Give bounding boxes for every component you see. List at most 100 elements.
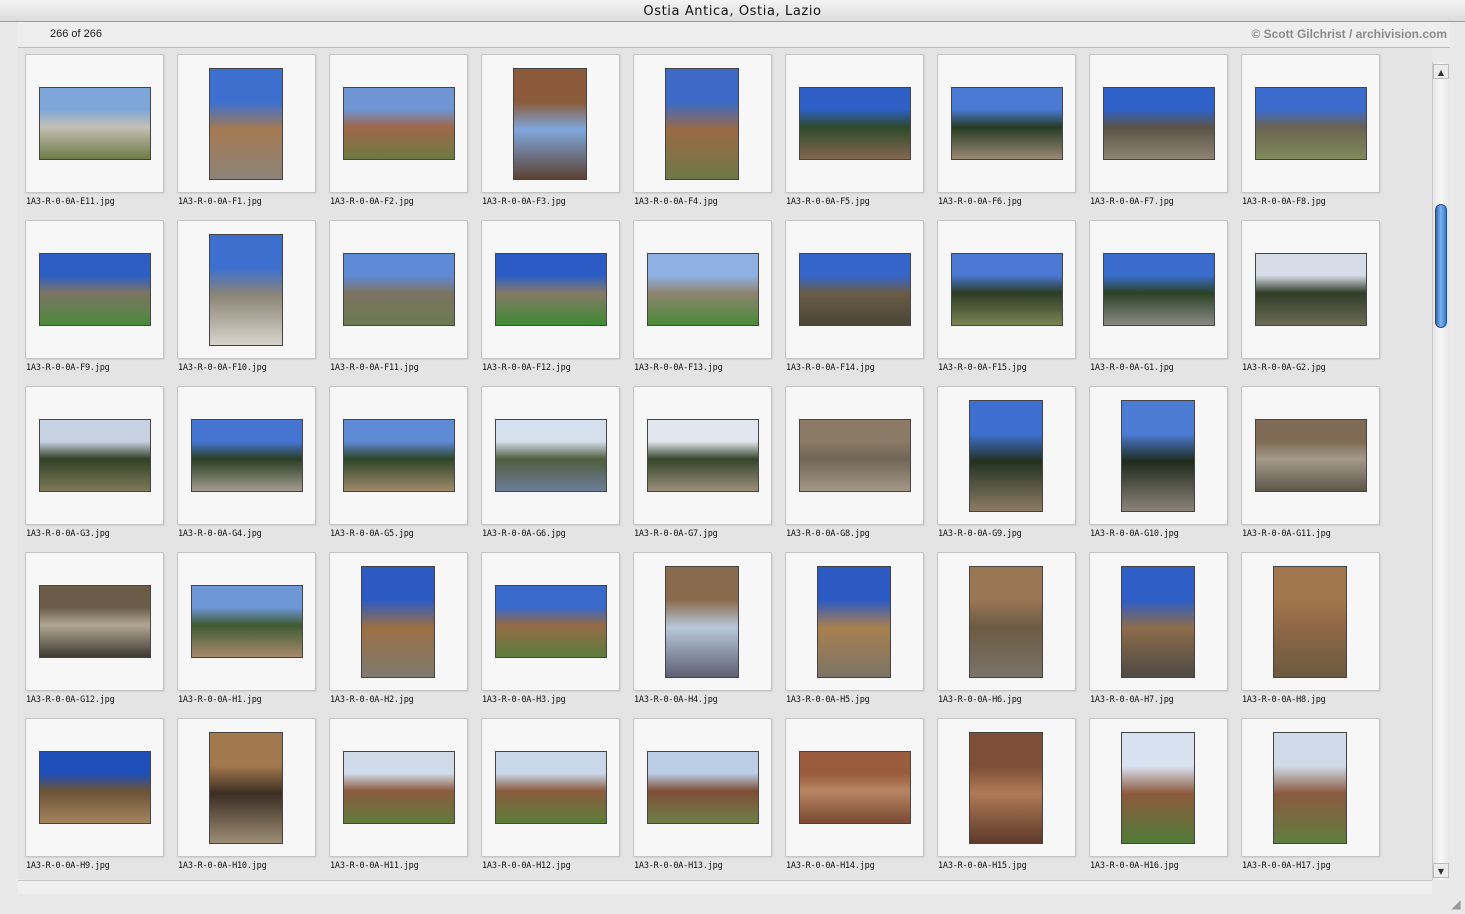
photo-thumbnail[interactable] xyxy=(39,419,151,492)
thumbnail-cell[interactable]: 1A3-R-0-0A-E11.jpg xyxy=(24,54,176,220)
photo-thumbnail[interactable] xyxy=(969,566,1043,678)
slide-mount[interactable] xyxy=(937,552,1076,691)
thumbnail-cell[interactable]: 1A3-R-0-0A-G5.jpg xyxy=(328,386,480,552)
slide-mount[interactable] xyxy=(481,54,620,193)
photo-thumbnail[interactable] xyxy=(1273,566,1347,678)
photo-thumbnail[interactable] xyxy=(343,751,455,824)
thumbnail-cell[interactable]: 1A3-R-0-0A-F3.jpg xyxy=(480,54,632,220)
photo-thumbnail[interactable] xyxy=(799,87,911,160)
thumbnail-cell[interactable]: 1A3-R-0-0A-H4.jpg xyxy=(632,552,784,718)
thumbnail-cell[interactable]: 1A3-R-0-0A-F12.jpg xyxy=(480,220,632,386)
thumbnail-cell[interactable]: 1A3-R-0-0A-F5.jpg xyxy=(784,54,936,220)
thumbnail-cell[interactable]: 1A3-R-0-0A-F6.jpg xyxy=(936,54,1088,220)
slide-mount[interactable] xyxy=(937,54,1076,193)
slide-mount[interactable] xyxy=(633,386,772,525)
thumbnail-cell[interactable]: 1A3-R-0-0A-F8.jpg xyxy=(1240,54,1392,220)
photo-thumbnail[interactable] xyxy=(799,751,911,824)
slide-mount[interactable] xyxy=(25,386,164,525)
thumbnail-cell[interactable]: 1A3-R-0-0A-H3.jpg xyxy=(480,552,632,718)
slide-mount[interactable] xyxy=(1089,718,1228,857)
slide-mount[interactable] xyxy=(1241,54,1380,193)
thumbnail-cell[interactable]: 1A3-R-0-0A-H15.jpg xyxy=(936,718,1088,879)
photo-thumbnail[interactable] xyxy=(647,419,759,492)
slide-mount[interactable] xyxy=(1241,220,1380,359)
vertical-scrollbar[interactable]: ▲ ▼ xyxy=(1432,62,1449,880)
thumbnail-cell[interactable]: 1A3-R-0-0A-G10.jpg xyxy=(1088,386,1240,552)
photo-thumbnail[interactable] xyxy=(1255,87,1367,160)
photo-thumbnail[interactable] xyxy=(1121,566,1195,678)
slide-mount[interactable] xyxy=(481,718,620,857)
thumbnail-cell[interactable]: 1A3-R-0-0A-G2.jpg xyxy=(1240,220,1392,386)
slide-mount[interactable] xyxy=(633,718,772,857)
slide-mount[interactable] xyxy=(329,220,468,359)
thumbnail-cell[interactable]: 1A3-R-0-0A-H11.jpg xyxy=(328,718,480,879)
photo-thumbnail[interactable] xyxy=(361,566,435,678)
slide-mount[interactable] xyxy=(1241,718,1380,857)
slide-mount[interactable] xyxy=(177,552,316,691)
photo-thumbnail[interactable] xyxy=(799,419,911,492)
thumbnail-cell[interactable]: 1A3-R-0-0A-G6.jpg xyxy=(480,386,632,552)
slide-mount[interactable] xyxy=(1089,386,1228,525)
photo-thumbnail[interactable] xyxy=(1103,87,1215,160)
thumbnail-cell[interactable]: 1A3-R-0-0A-H8.jpg xyxy=(1240,552,1392,718)
photo-thumbnail[interactable] xyxy=(191,419,303,492)
thumbnail-cell[interactable]: 1A3-R-0-0A-G7.jpg xyxy=(632,386,784,552)
thumbnail-cell[interactable]: 1A3-R-0-0A-H1.jpg xyxy=(176,552,328,718)
slide-mount[interactable] xyxy=(177,54,316,193)
thumbnail-cell[interactable]: 1A3-R-0-0A-H2.jpg xyxy=(328,552,480,718)
thumbnail-cell[interactable]: 1A3-R-0-0A-G3.jpg xyxy=(24,386,176,552)
thumbnail-cell[interactable]: 1A3-R-0-0A-F11.jpg xyxy=(328,220,480,386)
scrollbar-thumb[interactable] xyxy=(1435,204,1447,328)
thumbnail-cell[interactable]: 1A3-R-0-0A-H5.jpg xyxy=(784,552,936,718)
photo-thumbnail[interactable] xyxy=(209,234,283,346)
thumbnail-cell[interactable]: 1A3-R-0-0A-F10.jpg xyxy=(176,220,328,386)
slide-mount[interactable] xyxy=(937,220,1076,359)
photo-thumbnail[interactable] xyxy=(209,68,283,180)
thumbnail-cell[interactable]: 1A3-R-0-0A-H16.jpg xyxy=(1088,718,1240,879)
thumbnail-cell[interactable]: 1A3-R-0-0A-G9.jpg xyxy=(936,386,1088,552)
slide-mount[interactable] xyxy=(785,54,924,193)
resize-grip-icon[interactable]: ◢ xyxy=(1449,897,1463,911)
thumbnail-cell[interactable]: 1A3-R-0-0A-G8.jpg xyxy=(784,386,936,552)
thumbnail-cell[interactable]: 1A3-R-0-0A-F9.jpg xyxy=(24,220,176,386)
slide-mount[interactable] xyxy=(1089,552,1228,691)
slide-mount[interactable] xyxy=(177,718,316,857)
slide-mount[interactable] xyxy=(177,386,316,525)
photo-thumbnail[interactable] xyxy=(951,253,1063,326)
photo-thumbnail[interactable] xyxy=(513,68,587,180)
thumbnail-cell[interactable]: 1A3-R-0-0A-F7.jpg xyxy=(1088,54,1240,220)
photo-thumbnail[interactable] xyxy=(495,585,607,658)
photo-thumbnail[interactable] xyxy=(1121,400,1195,512)
photo-thumbnail[interactable] xyxy=(1103,253,1215,326)
photo-thumbnail[interactable] xyxy=(39,751,151,824)
slide-mount[interactable] xyxy=(329,54,468,193)
photo-thumbnail[interactable] xyxy=(191,585,303,658)
thumbnail-cell[interactable]: 1A3-R-0-0A-H7.jpg xyxy=(1088,552,1240,718)
slide-mount[interactable] xyxy=(481,220,620,359)
slide-mount[interactable] xyxy=(1241,386,1380,525)
thumbnail-cell[interactable]: 1A3-R-0-0A-G1.jpg xyxy=(1088,220,1240,386)
photo-thumbnail[interactable] xyxy=(209,732,283,844)
photo-thumbnail[interactable] xyxy=(647,253,759,326)
slide-mount[interactable] xyxy=(785,718,924,857)
slide-mount[interactable] xyxy=(25,54,164,193)
thumbnail-cell[interactable]: 1A3-R-0-0A-H17.jpg xyxy=(1240,718,1392,879)
slide-mount[interactable] xyxy=(785,386,924,525)
photo-thumbnail[interactable] xyxy=(39,585,151,658)
photo-thumbnail[interactable] xyxy=(1273,732,1347,844)
slide-mount[interactable] xyxy=(25,220,164,359)
photo-thumbnail[interactable] xyxy=(343,253,455,326)
slide-mount[interactable] xyxy=(329,386,468,525)
photo-thumbnail[interactable] xyxy=(343,87,455,160)
thumbnail-cell[interactable]: 1A3-R-0-0A-F15.jpg xyxy=(936,220,1088,386)
slide-mount[interactable] xyxy=(1241,552,1380,691)
photo-thumbnail[interactable] xyxy=(495,751,607,824)
photo-thumbnail[interactable] xyxy=(495,253,607,326)
slide-mount[interactable] xyxy=(633,220,772,359)
thumbnail-cell[interactable]: 1A3-R-0-0A-H10.jpg xyxy=(176,718,328,879)
thumbnail-cell[interactable]: 1A3-R-0-0A-H12.jpg xyxy=(480,718,632,879)
slide-mount[interactable] xyxy=(329,552,468,691)
thumbnail-cell[interactable]: 1A3-R-0-0A-H14.jpg xyxy=(784,718,936,879)
slide-mount[interactable] xyxy=(25,718,164,857)
thumbnail-cell[interactable]: 1A3-R-0-0A-F2.jpg xyxy=(328,54,480,220)
